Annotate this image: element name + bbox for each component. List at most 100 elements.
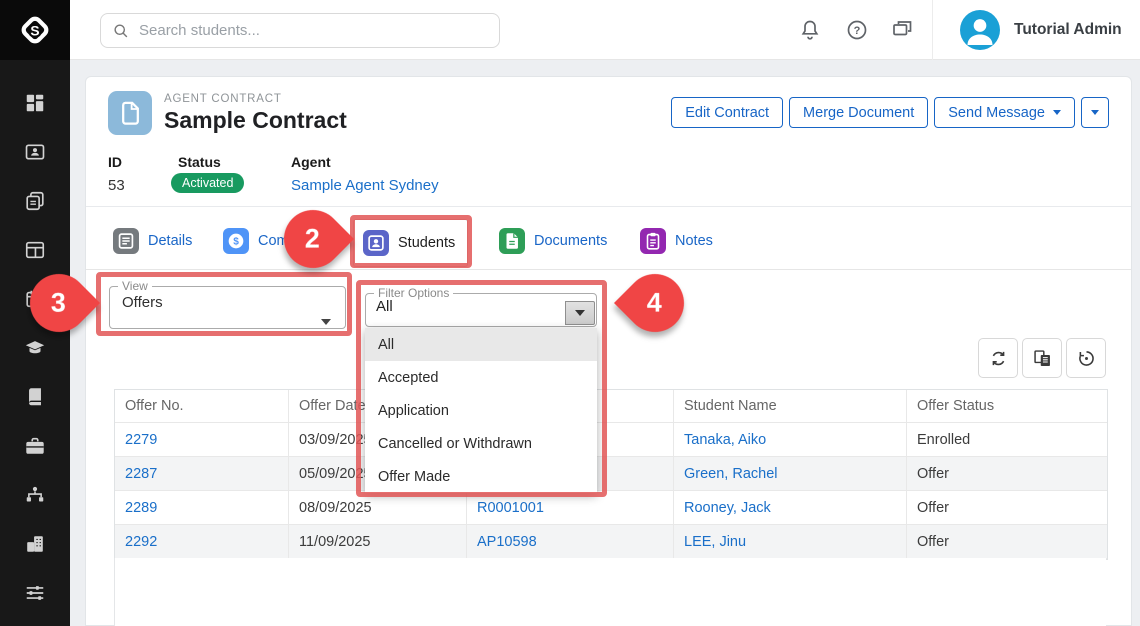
sidebar-agents-icon[interactable] — [24, 484, 46, 506]
offer-no-link[interactable]: 2279 — [125, 432, 157, 448]
filter-option-application[interactable]: Application — [365, 394, 597, 427]
person-icon — [960, 10, 1000, 50]
filter-dropdown-button[interactable] — [565, 301, 595, 325]
contract-doc-icon — [108, 91, 152, 135]
sidebar-settings-icon[interactable] — [24, 582, 46, 604]
search-box[interactable] — [100, 13, 500, 48]
agent-link[interactable]: Sample Agent Sydney — [291, 177, 439, 194]
offer-status-cell: Offer — [907, 525, 1107, 559]
students-card-icon — [363, 230, 389, 256]
send-message-label: Send Message — [948, 105, 1045, 121]
filter-options-menu: All Accepted Application Cancelled or Wi… — [365, 328, 597, 493]
edit-contract-label: Edit Contract — [685, 105, 769, 121]
tab-students[interactable]: Students — [353, 219, 468, 267]
contract-actions: Edit Contract Merge Document Send Messag… — [671, 97, 1109, 128]
tab-students-label: Students — [398, 235, 455, 251]
tabs-divider — [86, 269, 1131, 270]
filter-option-offer-made[interactable]: Offer Made — [365, 460, 597, 493]
offer-no-link[interactable]: 2287 — [125, 466, 157, 482]
sidebar-courses-icon[interactable] — [24, 337, 46, 359]
tab-commissions[interactable]: $ Commissions — [223, 228, 345, 254]
table-empty-area — [114, 558, 1106, 626]
sidebar-organisations-icon[interactable] — [24, 533, 46, 555]
filter-option-cancelled[interactable]: Cancelled or Withdrawn — [365, 427, 597, 460]
sidebar-dashboard-icon[interactable] — [24, 92, 46, 114]
filter-option-all[interactable]: All — [365, 328, 597, 361]
chat-icon[interactable] — [890, 18, 914, 42]
tab-notes[interactable]: Notes — [640, 228, 713, 254]
agent-label: Agent — [291, 154, 331, 170]
user-avatar[interactable] — [960, 10, 1000, 50]
offer-status-cell: Offer — [907, 491, 1107, 525]
tab-notes-label: Notes — [675, 233, 713, 249]
student-name-link[interactable]: Tanaka, Aiko — [684, 432, 766, 448]
offer-date-cell: 08/09/2025 — [289, 491, 467, 525]
commissions-dollar-icon: $ — [223, 228, 249, 254]
filter-options-select[interactable]: Filter Options All — [365, 286, 597, 327]
more-actions-button[interactable] — [1081, 97, 1109, 128]
sidebar-book-icon[interactable] — [24, 386, 46, 408]
page-title: Sample Contract — [164, 107, 347, 134]
sidebar-services-icon[interactable] — [24, 435, 46, 457]
contract-card: AGENT CONTRACT Sample Contract Edit Cont… — [85, 76, 1132, 626]
notifications-bell-icon[interactable] — [798, 18, 822, 42]
view-select[interactable]: View Offers — [109, 279, 346, 329]
sidebar-students-icon[interactable] — [24, 141, 46, 163]
tab-details-label: Details — [148, 233, 192, 249]
send-message-button[interactable]: Send Message — [934, 97, 1075, 128]
topbar-divider — [932, 0, 933, 60]
table-row: 2287 05/09/2025 Green, Rachel Offer — [115, 457, 1107, 491]
details-doc-icon — [113, 228, 139, 254]
app-logo[interactable]: S — [0, 0, 70, 60]
table-row: 2292 11/09/2025 AP10598 LEE, Jinu Offer — [115, 525, 1107, 559]
refresh-button[interactable] — [978, 338, 1018, 378]
sidebar: S — [0, 0, 70, 626]
student-name-link[interactable]: Rooney, Jack — [684, 500, 771, 516]
offer-no-link[interactable]: 2292 — [125, 534, 157, 550]
chevron-down-icon — [321, 319, 331, 325]
view-select-label: View — [118, 279, 152, 293]
export-copy-button[interactable] — [1022, 338, 1062, 378]
edit-contract-button[interactable]: Edit Contract — [671, 97, 783, 128]
col-student-name: Student Name — [674, 390, 907, 423]
student-no-link[interactable]: R0001001 — [477, 500, 544, 516]
sidebar-calendar-icon[interactable] — [24, 288, 46, 310]
student-name-link[interactable]: Green, Rachel — [684, 466, 778, 482]
topbar: ? Tutorial Admin — [70, 0, 1140, 60]
id-value: 53 — [108, 177, 125, 194]
header-divider — [86, 206, 1131, 207]
student-no-link[interactable]: AP10598 — [477, 534, 537, 550]
search-input[interactable] — [139, 22, 489, 39]
tab-commissions-label: Commissions — [258, 233, 345, 249]
grid-toolbar — [978, 338, 1106, 378]
id-label: ID — [108, 154, 122, 170]
offer-date-cell: 11/09/2025 — [289, 525, 467, 559]
tab-documents-label: Documents — [534, 233, 607, 249]
sidebar-layout-icon[interactable] — [24, 239, 46, 261]
filter-option-accepted[interactable]: Accepted — [365, 361, 597, 394]
offer-no-link[interactable]: 2289 — [125, 500, 157, 516]
offer-status-cell: Enrolled — [907, 423, 1107, 457]
offers-table: Offer No. Offer Date Student Name Offer … — [114, 389, 1108, 560]
merge-document-button[interactable]: Merge Document — [789, 97, 928, 128]
sidebar-applications-icon[interactable] — [24, 190, 46, 212]
offer-status-cell: Offer — [907, 457, 1107, 491]
search-icon — [111, 21, 131, 41]
notes-clipboard-icon — [640, 228, 666, 254]
logo-icon: S — [17, 12, 53, 48]
chevron-down-icon — [1091, 110, 1099, 115]
tab-documents[interactable]: Documents — [499, 228, 607, 254]
student-name-link[interactable]: LEE, Jinu — [684, 534, 746, 550]
view-select-value: Offers — [110, 293, 345, 311]
user-name[interactable]: Tutorial Admin — [1014, 21, 1122, 39]
table-header-row: Offer No. Offer Date Student Name Offer … — [115, 390, 1107, 423]
table-row: 2279 03/09/2025 Tanaka, Aiko Enrolled — [115, 423, 1107, 457]
copy-report-icon — [1032, 348, 1053, 369]
history-button[interactable] — [1066, 338, 1106, 378]
help-icon[interactable]: ? — [845, 18, 869, 42]
col-offer-no: Offer No. — [115, 390, 289, 423]
tab-details[interactable]: Details — [113, 228, 192, 254]
status-badge: Activated — [171, 173, 244, 193]
svg-text:S: S — [30, 23, 39, 38]
col-offer-status: Offer Status — [907, 390, 1107, 423]
